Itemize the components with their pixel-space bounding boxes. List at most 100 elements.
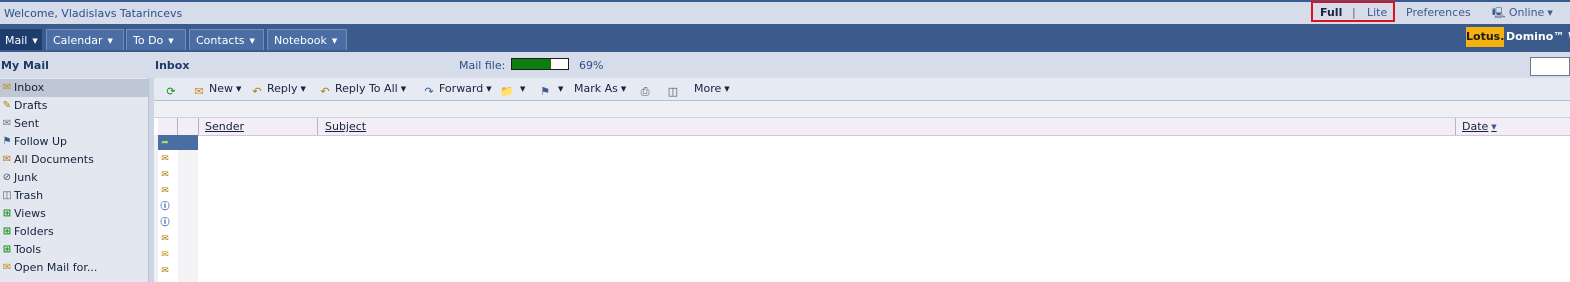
forward-label: Forward xyxy=(439,82,484,95)
chevron-down-icon: ▼ xyxy=(300,85,306,93)
domino-logo: Domino™ We xyxy=(1506,30,1570,43)
sidebar-item-trash[interactable]: ◫ Trash xyxy=(0,187,148,205)
column-divider xyxy=(1455,118,1456,135)
junk-icon: ⊘ xyxy=(2,172,12,183)
tab-notebook[interactable]: Notebook ▼ xyxy=(267,29,347,50)
chevron-down-icon: ▼ xyxy=(724,85,730,93)
reply-icon: ↶ xyxy=(252,85,262,98)
view-subbar xyxy=(154,101,1570,118)
sender-column-header[interactable]: Sender xyxy=(205,120,244,133)
sidebar-item-label: Open Mail for... xyxy=(14,261,98,274)
lite-mode-link[interactable]: Lite xyxy=(1367,6,1387,19)
sidebar-item-label: All Documents xyxy=(14,153,94,166)
lotus-logo: Lotus. xyxy=(1466,27,1504,47)
chevron-down-icon: ▼ xyxy=(558,85,564,93)
full-mode-link[interactable]: Full xyxy=(1320,6,1342,19)
sidebar-item-drafts[interactable]: ✎ Drafts xyxy=(0,97,148,115)
new-button[interactable]: ✉ New ▼ xyxy=(192,82,241,98)
sidebar-item-follow-up[interactable]: ⚑ Follow Up xyxy=(0,133,148,151)
row-gutter xyxy=(178,150,198,282)
reply-all-icon: ↶ xyxy=(320,85,330,98)
print-button[interactable]: ⎙ xyxy=(638,82,655,98)
reply-label: Reply xyxy=(267,82,298,95)
date-column-header[interactable]: Date ▼ xyxy=(1462,120,1497,133)
forward-icon: ↷ xyxy=(424,85,434,98)
sidebar-item-folders[interactable]: ⊞ Folders xyxy=(0,223,148,241)
envelope-icon[interactable]: ✉ xyxy=(159,169,171,181)
print-icon: ⎙ xyxy=(640,85,650,98)
sidebar-item-junk[interactable]: ⊘ Junk xyxy=(0,169,148,187)
folder-icon: 📁 xyxy=(500,85,514,98)
trash-icon: ◫ xyxy=(2,190,12,201)
envelope-icon[interactable]: ✉ xyxy=(159,233,171,245)
new-label: New xyxy=(209,82,233,95)
drafts-icon: ✎ xyxy=(2,100,12,111)
sidebar-item-open-mail-for[interactable]: ✉ Open Mail for... xyxy=(0,259,148,277)
chevron-down-icon: ▼ xyxy=(331,37,338,45)
views-icon: ⊞ xyxy=(2,208,12,219)
mark-as-label: Mark As xyxy=(574,82,618,95)
open-mail-icon: ✉ xyxy=(2,262,12,273)
envelope-icon[interactable]: ✉ xyxy=(159,185,171,197)
reply-button[interactable]: ↶ Reply ▼ xyxy=(250,82,306,98)
chevron-down-icon: ▼ xyxy=(32,37,38,45)
sidebar-item-sent[interactable]: ✉ Sent xyxy=(0,115,148,133)
sidebar-item-inbox[interactable]: ✉ Inbox xyxy=(0,79,148,97)
tab-calendar[interactable]: Calendar ▼ xyxy=(46,29,124,50)
sidebar-item-label: Trash xyxy=(14,189,44,202)
documents-icon: ✉ xyxy=(2,154,12,165)
chevron-down-icon: ▼ xyxy=(520,85,526,93)
tab-label: Notebook xyxy=(274,34,327,47)
search-input[interactable] xyxy=(1530,57,1570,76)
sidebar-item-label: Inbox xyxy=(14,81,45,94)
inbox-icon: ✉ xyxy=(2,82,12,93)
tab-todo[interactable]: To Do ▼ xyxy=(126,29,186,50)
my-mail-heading: My Mail xyxy=(1,59,49,72)
envelope-icon[interactable]: ✉ xyxy=(159,153,171,165)
forward-button[interactable]: ↷ Forward ▼ xyxy=(422,82,491,98)
reply-all-button[interactable]: ↶ Reply To All ▼ xyxy=(318,82,406,98)
mail-file-percent: 69% xyxy=(579,59,604,72)
tab-mail[interactable]: Mail ▼ xyxy=(0,29,42,50)
sidebar-item-label: Views xyxy=(14,207,46,220)
tab-label: To Do xyxy=(133,34,164,47)
delete-button[interactable]: ◫ xyxy=(666,82,683,98)
follow-up-button[interactable]: ⚑ ▼ xyxy=(538,82,563,98)
view-title: Inbox xyxy=(155,59,190,72)
sidebar-item-views[interactable]: ⊞ Views xyxy=(0,205,148,223)
subject-column-header[interactable]: Subject xyxy=(325,120,366,133)
column-header-row: Sender Subject Date ▼ xyxy=(158,118,1570,136)
new-mail-icon: ✉ xyxy=(194,85,204,98)
more-button[interactable]: More ▼ xyxy=(694,82,730,95)
more-label: More xyxy=(694,82,722,95)
sidebar-item-all-documents[interactable]: ✉ All Documents xyxy=(0,151,148,169)
chevron-down-icon: ▼ xyxy=(1547,9,1553,17)
flag-icon: ⚑ xyxy=(540,85,550,98)
info-icon[interactable]: ⓘ xyxy=(159,201,171,213)
info-icon[interactable]: ⓘ xyxy=(159,217,171,229)
action-toolbar: ⟳ ✉ New ▼ ↶ Reply ▼ ↶ Reply To All ▼ ↷ Forward ▼… xyxy=(154,78,1570,101)
chevron-down-icon: ▼ xyxy=(620,85,627,93)
forward-icon[interactable]: ➦ xyxy=(159,137,171,149)
nav-bar: Mail ▼ Calendar ▼ To Do ▼ Contacts ▼ Noteboo… xyxy=(0,24,1570,52)
refresh-button[interactable]: ⟳ xyxy=(164,82,181,98)
online-label: Online xyxy=(1508,6,1545,19)
preferences-link[interactable]: Preferences xyxy=(1406,6,1471,19)
chevron-down-icon: ▼ xyxy=(249,37,255,45)
sidebar-item-label: Drafts xyxy=(14,99,48,112)
tab-label: Mail xyxy=(5,34,28,47)
view-left-margin xyxy=(154,135,158,282)
online-status-menu[interactable]: 🖳 Online ▼ xyxy=(1492,6,1553,23)
sidebar-item-tools[interactable]: ⊞ Tools xyxy=(0,241,148,259)
sidebar-item-label: Junk xyxy=(14,171,38,184)
envelope-open-icon[interactable]: ✉ xyxy=(159,249,171,261)
sidebar-item-label: Tools xyxy=(14,243,42,256)
folders-icon: ⊞ xyxy=(2,226,12,237)
envelope-icon[interactable]: ✉ xyxy=(159,265,171,277)
flag-icon: ⚑ xyxy=(2,136,12,147)
tab-contacts[interactable]: Contacts ▼ xyxy=(189,29,264,50)
mark-as-button[interactable]: Mark As ▼ xyxy=(574,82,626,95)
mail-file-label: Mail file: xyxy=(459,59,506,72)
column-divider xyxy=(317,118,318,135)
move-to-folder-button[interactable]: 📁 ▼ xyxy=(500,82,525,98)
